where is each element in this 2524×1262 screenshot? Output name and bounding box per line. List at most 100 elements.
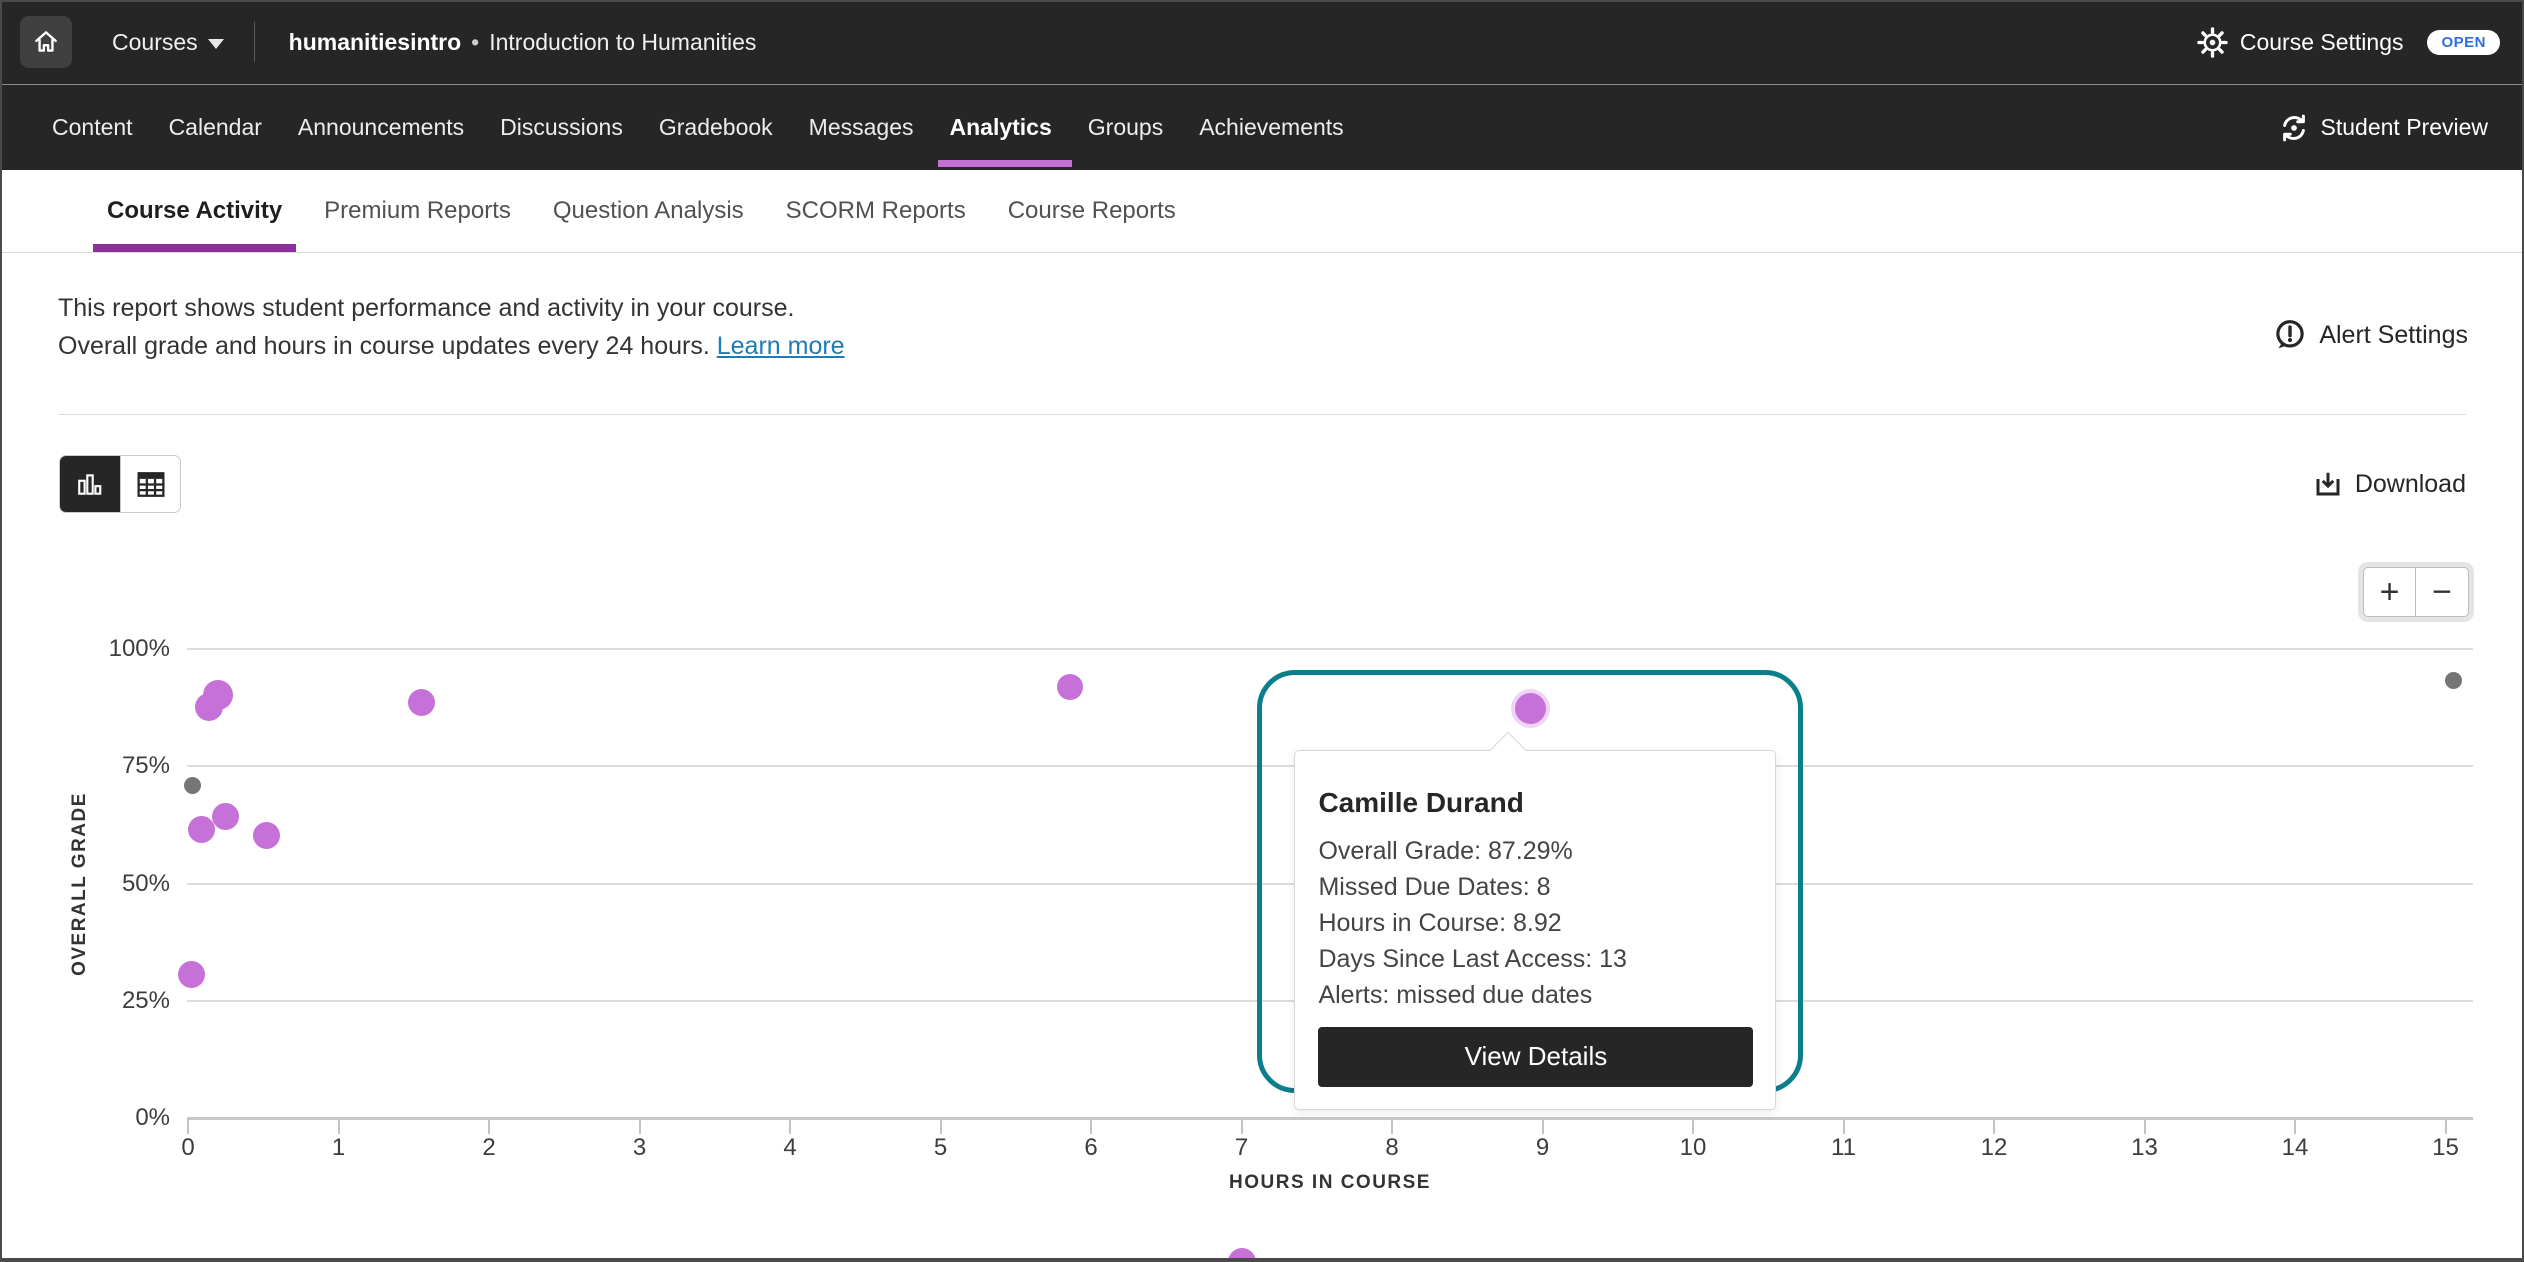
selected-student-data-point[interactable] bbox=[1515, 693, 1546, 724]
subtab-course-activity[interactable]: Course Activity bbox=[107, 170, 282, 252]
home-button[interactable] bbox=[20, 16, 72, 68]
student-data-point[interactable] bbox=[203, 680, 233, 710]
x-tick-mark bbox=[488, 1120, 490, 1134]
x-tick-label: 14 bbox=[2265, 1134, 2325, 1162]
tab-gradebook[interactable]: Gradebook bbox=[659, 85, 773, 170]
tab-groups[interactable]: Groups bbox=[1088, 85, 1163, 170]
tab-analytics[interactable]: Analytics bbox=[950, 85, 1052, 170]
analytics-subtabs: Course Activity Premium Reports Question… bbox=[0, 170, 2524, 253]
x-tick-mark bbox=[1241, 1120, 1243, 1134]
x-tick-mark bbox=[639, 1120, 641, 1134]
chart-view-button[interactable] bbox=[60, 456, 120, 512]
y-tick-label: 75% bbox=[40, 752, 170, 780]
chart-controls-row: Download bbox=[0, 455, 2524, 513]
tab-achievements[interactable]: Achievements bbox=[1199, 85, 1343, 170]
tab-content[interactable]: Content bbox=[52, 85, 133, 170]
breadcrumb: humanitiesintro • Introduction to Humaniti… bbox=[289, 29, 757, 56]
download-button[interactable]: Download bbox=[2313, 469, 2466, 499]
student-data-point[interactable] bbox=[184, 777, 201, 794]
tab-announcements[interactable]: Announcements bbox=[298, 85, 464, 170]
learn-more-link[interactable]: Learn more bbox=[717, 332, 845, 360]
student-data-point[interactable] bbox=[253, 822, 280, 849]
x-tick-mark bbox=[1993, 1120, 1995, 1134]
section-divider bbox=[59, 414, 2466, 415]
student-data-point[interactable] bbox=[1057, 674, 1083, 700]
breadcrumb-separator: • bbox=[471, 29, 479, 55]
x-tick-label: 11 bbox=[1814, 1134, 1874, 1162]
tooltip-hours-in-course: Hours in Course: 8.92 bbox=[1318, 905, 1753, 941]
x-tick-mark bbox=[2294, 1120, 2296, 1134]
x-tick-label: 4 bbox=[760, 1134, 820, 1162]
tooltip-overall-grade: Overall Grade: 87.29% bbox=[1318, 833, 1753, 869]
description-line1: This report shows student performance an… bbox=[58, 289, 845, 327]
x-tick-mark bbox=[1391, 1120, 1393, 1134]
bar-chart-icon bbox=[76, 471, 104, 497]
table-view-button[interactable] bbox=[120, 456, 180, 512]
partial-data-point-bottom[interactable] bbox=[1228, 1248, 1256, 1262]
x-tick-mark bbox=[2144, 1120, 2146, 1134]
course-id: humanitiesintro bbox=[289, 29, 462, 55]
subtab-premium-reports[interactable]: Premium Reports bbox=[324, 170, 511, 252]
x-tick-label: 8 bbox=[1362, 1134, 1422, 1162]
course-title: Introduction to Humanities bbox=[489, 29, 756, 55]
alert-settings-button[interactable]: Alert Settings bbox=[2273, 313, 2468, 357]
x-tick-mark bbox=[187, 1120, 189, 1134]
topbar-divider bbox=[254, 22, 255, 62]
course-open-badge[interactable]: OPEN bbox=[2427, 30, 2500, 55]
x-axis-line bbox=[187, 1117, 2473, 1120]
download-icon bbox=[2313, 469, 2343, 499]
tab-messages[interactable]: Messages bbox=[809, 85, 914, 170]
zoom-out-button[interactable]: − bbox=[2416, 567, 2469, 617]
x-tick-label: 10 bbox=[1663, 1134, 1723, 1162]
student-preview-icon bbox=[2279, 113, 2309, 143]
gridline bbox=[187, 648, 2473, 650]
view-details-button[interactable]: View Details bbox=[1318, 1027, 1753, 1087]
y-tick-label: 25% bbox=[40, 987, 170, 1015]
table-icon bbox=[136, 471, 166, 498]
subtab-scorm-reports[interactable]: SCORM Reports bbox=[786, 170, 966, 252]
student-data-point[interactable] bbox=[178, 961, 205, 988]
x-tick-label: 0 bbox=[158, 1134, 218, 1162]
x-tick-mark bbox=[1692, 1120, 1694, 1134]
x-tick-mark bbox=[1843, 1120, 1845, 1134]
course-settings-button[interactable]: Course Settings bbox=[2197, 27, 2404, 58]
report-description-row: This report shows student performance an… bbox=[0, 253, 2524, 415]
x-tick-label: 6 bbox=[1061, 1134, 1121, 1162]
x-tick-label: 13 bbox=[2115, 1134, 2175, 1162]
topbar-right: Course Settings OPEN bbox=[2197, 27, 2500, 58]
course-settings-label: Course Settings bbox=[2240, 29, 2404, 56]
course-nav: Content Calendar Announcements Discussio… bbox=[0, 85, 2524, 170]
student-data-point[interactable] bbox=[188, 816, 215, 843]
tooltip-student-name: Camille Durand bbox=[1318, 787, 1753, 819]
student-data-point[interactable] bbox=[2445, 672, 2462, 689]
x-axis-title: HOURS IN COURSE bbox=[1229, 1172, 1431, 1194]
y-tick-label: 50% bbox=[40, 870, 170, 898]
student-data-point[interactable] bbox=[408, 689, 435, 716]
student-data-point[interactable] bbox=[212, 803, 239, 830]
description-line2: Overall grade and hours in course update… bbox=[58, 327, 845, 365]
x-tick-label: 2 bbox=[459, 1134, 519, 1162]
student-preview-button[interactable]: Student Preview bbox=[2279, 85, 2488, 170]
x-tick-label: 5 bbox=[911, 1134, 971, 1162]
alert-icon bbox=[2273, 318, 2307, 352]
x-tick-mark bbox=[789, 1120, 791, 1134]
tab-discussions[interactable]: Discussions bbox=[500, 85, 623, 170]
chart-zoom-controls: + − bbox=[2358, 562, 2474, 622]
tooltip-days-since-access: Days Since Last Access: 13 bbox=[1318, 941, 1753, 977]
courses-menu[interactable]: Courses bbox=[112, 29, 224, 56]
x-tick-label: 7 bbox=[1212, 1134, 1272, 1162]
gear-icon bbox=[2197, 27, 2228, 58]
courses-label: Courses bbox=[112, 29, 198, 56]
x-tick-label: 9 bbox=[1513, 1134, 1573, 1162]
zoom-in-button[interactable]: + bbox=[2363, 567, 2416, 617]
x-tick-label: 3 bbox=[610, 1134, 670, 1162]
subtab-course-reports[interactable]: Course Reports bbox=[1008, 170, 1176, 252]
y-tick-label: 100% bbox=[40, 635, 170, 663]
tab-calendar[interactable]: Calendar bbox=[169, 85, 262, 170]
view-toggle bbox=[59, 455, 181, 513]
home-icon bbox=[31, 27, 61, 57]
x-tick-label: 1 bbox=[309, 1134, 369, 1162]
subtab-question-analysis[interactable]: Question Analysis bbox=[553, 170, 744, 252]
x-tick-mark bbox=[338, 1120, 340, 1134]
tooltip-missed-due-dates: Missed Due Dates: 8 bbox=[1318, 869, 1753, 905]
